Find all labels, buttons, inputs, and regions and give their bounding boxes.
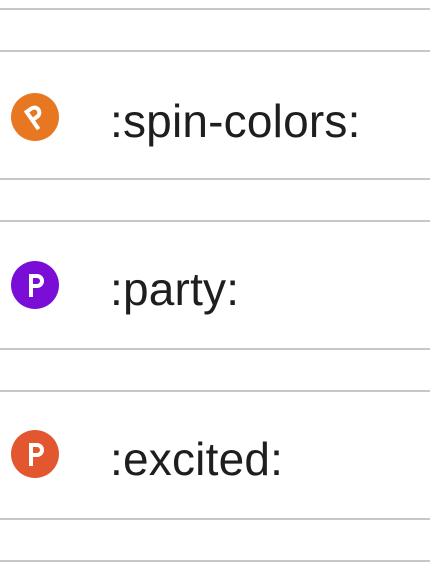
divider [0, 8, 430, 10]
divider [0, 560, 430, 562]
divider [0, 518, 430, 520]
party-icon [11, 261, 59, 309]
list-item-label: :spin-colors: [110, 95, 361, 147]
divider [0, 178, 430, 180]
list-item-label: :excited: [110, 433, 284, 485]
divider [0, 348, 430, 350]
list-item-excited[interactable]: :excited: [0, 392, 430, 518]
spin-colors-icon [11, 93, 59, 141]
excited-icon [11, 430, 59, 478]
list-item-party[interactable]: :party: [0, 222, 430, 348]
emoji-list: :spin-colors: :party: :excited: [0, 0, 430, 570]
list-item-spin-colors[interactable]: :spin-colors: [0, 52, 430, 178]
list-item-label: :party: [110, 263, 240, 315]
